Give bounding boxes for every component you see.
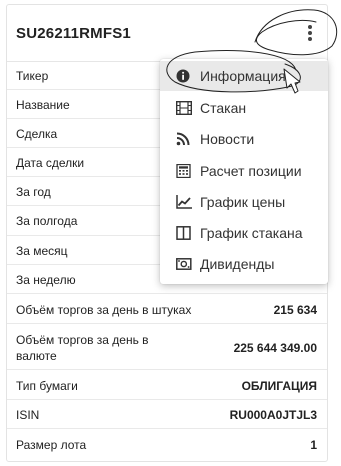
row-label: За неделю [16, 273, 76, 287]
row-label: Размер лота [16, 438, 87, 452]
menu-item-info[interactable]: Информация [160, 61, 328, 91]
calculator-icon [176, 164, 191, 178]
menu-item-label: Дивиденды [200, 256, 275, 272]
row-label: ISIN [16, 408, 40, 422]
menu-item-label: Стакан [200, 100, 247, 116]
menu-item-label: График цены [200, 194, 286, 210]
row-value: 1 [310, 438, 317, 452]
row-label: За полгода [16, 214, 78, 228]
card-header: SU26211RMFS1 [7, 5, 327, 62]
rss-icon [176, 132, 190, 146]
money-icon [176, 258, 192, 270]
row-lot-size: Размер лота 1 [7, 429, 327, 461]
row-value: 215 634 [273, 303, 317, 317]
instrument-title: SU26211RMFS1 [16, 25, 131, 42]
row-label: Тип бумаги [16, 379, 78, 393]
menu-item-label: График стакана [200, 225, 303, 241]
row-label: Объём торгов за день в [16, 333, 149, 347]
row-value: 225 644 349.00 [233, 341, 317, 355]
row-value: ОБЛИГАЦИЯ [241, 379, 317, 393]
row-volume-units: Объём торгов за день в штуках 215 634 [7, 294, 327, 324]
row-label: Объём торгов за день в штуках [16, 303, 192, 317]
row-label: За год [16, 185, 51, 199]
row-label: Сделка [16, 127, 58, 141]
columns-icon [176, 226, 191, 240]
menu-item-dividends[interactable]: Дивиденды [160, 249, 328, 279]
film-icon [176, 101, 192, 115]
menu-item-order-book-chart[interactable]: График стакана [160, 218, 328, 248]
menu-item-label: Новости [200, 131, 255, 147]
row-label-line2: валюте [16, 349, 57, 363]
row-label: Тикер [16, 69, 49, 83]
menu-item-news[interactable]: Новости [160, 124, 328, 154]
row-security-type: Тип бумаги ОБЛИГАЦИЯ [7, 370, 327, 400]
row-label: За месяц [16, 244, 68, 258]
menu-item-order-book[interactable]: Стакан [160, 93, 328, 123]
menu-item-position-calc[interactable]: Расчет позиции [160, 156, 328, 186]
row-label: Название [16, 98, 70, 112]
info-icon [176, 69, 190, 83]
row-isin: ISIN RU000A0JTJL3 [7, 400, 327, 429]
row-volume-currency: Объём торгов за день в валюте 225 644 34… [7, 324, 327, 370]
menu-item-label: Информация [200, 68, 286, 84]
line-chart-icon [176, 195, 192, 209]
menu-item-price-chart[interactable]: График цены [160, 187, 328, 217]
row-label: Дата сделки [16, 156, 85, 170]
context-menu: Информация Стакан Новости Расчет позиции… [160, 59, 328, 284]
more-options-icon[interactable] [299, 21, 321, 45]
row-value: RU000A0JTJL3 [229, 408, 317, 422]
menu-item-label: Расчет позиции [200, 163, 302, 179]
